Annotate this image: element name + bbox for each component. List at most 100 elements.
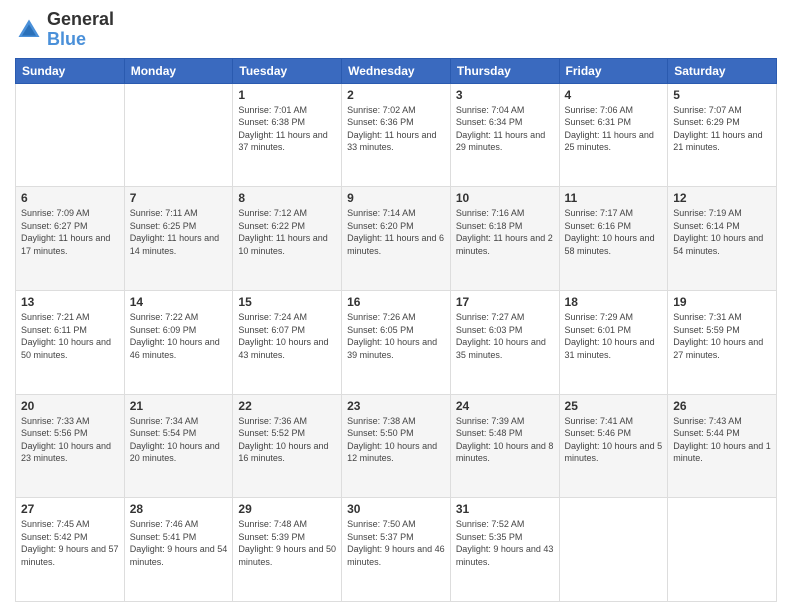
day-info: Sunrise: 7:12 AM Sunset: 6:22 PM Dayligh… [238,207,336,257]
day-info: Sunrise: 7:29 AM Sunset: 6:01 PM Dayligh… [565,311,663,361]
logo: General Blue [15,10,114,50]
calendar-cell [668,498,777,602]
day-number: 7 [130,191,228,205]
calendar-cell: 30Sunrise: 7:50 AM Sunset: 5:37 PM Dayli… [342,498,451,602]
week-row-3: 13 Sunrise: 7:21 AM Sunset: 6:11 PM Dayli… [16,290,777,394]
day-number: 17 [456,295,554,309]
day-number: 25 [565,399,663,413]
calendar-cell: 26Sunrise: 7:43 AM Sunset: 5:44 PM Dayli… [668,394,777,498]
day-info: Sunrise: 7:39 AM Sunset: 5:48 PM Dayligh… [456,415,554,465]
day-number: 3 [456,88,554,102]
day-number: 13 [21,295,119,309]
day-info: Sunrise: 7:52 AM Sunset: 5:35 PM Dayligh… [456,518,554,568]
logo-text: General Blue [47,10,114,50]
day-number: 9 [347,191,445,205]
day-number: 2 [347,88,445,102]
calendar-table: SundayMondayTuesdayWednesdayThursdayFrid… [15,58,777,602]
calendar-cell: 11 Sunrise: 7:17 AM Sunset: 6:16 PM Dayli… [559,187,668,291]
calendar-cell: 1Sunrise: 7:01 AM Sunset: 6:38 PM Daylig… [233,83,342,187]
day-number: 27 [21,502,119,516]
calendar-cell [559,498,668,602]
calendar-cell: 20 Sunrise: 7:33 AM Sunset: 5:56 PM Dayli… [16,394,125,498]
calendar-cell [16,83,125,187]
logo-blue: Blue [47,29,86,49]
calendar-cell: 29 Sunrise: 7:48 AM Sunset: 5:39 PM Dayli… [233,498,342,602]
day-info: Sunrise: 7:36 AM Sunset: 5:52 PM Dayligh… [238,415,336,465]
day-info: Sunrise: 7:02 AM Sunset: 6:36 PM Dayligh… [347,104,445,154]
day-number: 20 [21,399,119,413]
calendar-cell: 4 Sunrise: 7:06 AM Sunset: 6:31 PM Daylig… [559,83,668,187]
weekday-header-tuesday: Tuesday [233,58,342,83]
day-number: 30 [347,502,445,516]
day-info: Sunrise: 7:04 AM Sunset: 6:34 PM Dayligh… [456,104,554,154]
day-number: 14 [130,295,228,309]
day-number: 31 [456,502,554,516]
day-number: 22 [238,399,336,413]
page: General Blue SundayMondayTuesdayWednesda… [0,0,792,612]
calendar-cell: 10 Sunrise: 7:16 AM Sunset: 6:18 PM Dayli… [450,187,559,291]
day-info: Sunrise: 7:41 AM Sunset: 5:46 PM Dayligh… [565,415,663,465]
day-info: Sunrise: 7:45 AM Sunset: 5:42 PM Dayligh… [21,518,119,568]
calendar-cell: 6 Sunrise: 7:09 AM Sunset: 6:27 PM Daylig… [16,187,125,291]
day-info: Sunrise: 7:31 AM Sunset: 5:59 PM Dayligh… [673,311,771,361]
day-info: Sunrise: 7:33 AM Sunset: 5:56 PM Dayligh… [21,415,119,465]
day-info: Sunrise: 7:11 AM Sunset: 6:25 PM Dayligh… [130,207,228,257]
calendar-cell: 27 Sunrise: 7:45 AM Sunset: 5:42 PM Dayli… [16,498,125,602]
calendar-cell: 7 Sunrise: 7:11 AM Sunset: 6:25 PM Daylig… [124,187,233,291]
calendar-cell: 19Sunrise: 7:31 AM Sunset: 5:59 PM Dayli… [668,290,777,394]
day-number: 12 [673,191,771,205]
calendar-cell: 21 Sunrise: 7:34 AM Sunset: 5:54 PM Dayli… [124,394,233,498]
day-info: Sunrise: 7:43 AM Sunset: 5:44 PM Dayligh… [673,415,771,465]
day-number: 29 [238,502,336,516]
day-number: 23 [347,399,445,413]
day-info: Sunrise: 7:19 AM Sunset: 6:14 PM Dayligh… [673,207,771,257]
day-info: Sunrise: 7:06 AM Sunset: 6:31 PM Dayligh… [565,104,663,154]
weekday-header-thursday: Thursday [450,58,559,83]
day-number: 8 [238,191,336,205]
day-number: 6 [21,191,119,205]
day-number: 24 [456,399,554,413]
day-number: 1 [238,88,336,102]
calendar-cell: 24 Sunrise: 7:39 AM Sunset: 5:48 PM Dayli… [450,394,559,498]
day-number: 21 [130,399,228,413]
weekday-header-friday: Friday [559,58,668,83]
day-info: Sunrise: 7:21 AM Sunset: 6:11 PM Dayligh… [21,311,119,361]
weekday-header-row: SundayMondayTuesdayWednesdayThursdayFrid… [16,58,777,83]
week-row-2: 6 Sunrise: 7:09 AM Sunset: 6:27 PM Daylig… [16,187,777,291]
day-info: Sunrise: 7:34 AM Sunset: 5:54 PM Dayligh… [130,415,228,465]
weekday-header-sunday: Sunday [16,58,125,83]
day-info: Sunrise: 7:24 AM Sunset: 6:07 PM Dayligh… [238,311,336,361]
day-number: 18 [565,295,663,309]
calendar-cell: 12 Sunrise: 7:19 AM Sunset: 6:14 PM Dayli… [668,187,777,291]
calendar-cell: 2 Sunrise: 7:02 AM Sunset: 6:36 PM Daylig… [342,83,451,187]
day-number: 16 [347,295,445,309]
calendar-cell: 28Sunrise: 7:46 AM Sunset: 5:41 PM Dayli… [124,498,233,602]
calendar-cell: 14Sunrise: 7:22 AM Sunset: 6:09 PM Dayli… [124,290,233,394]
day-number: 4 [565,88,663,102]
calendar-cell: 22 Sunrise: 7:36 AM Sunset: 5:52 PM Dayli… [233,394,342,498]
calendar-cell: 18 Sunrise: 7:29 AM Sunset: 6:01 PM Dayli… [559,290,668,394]
weekday-header-wednesday: Wednesday [342,58,451,83]
calendar-cell: 17 Sunrise: 7:27 AM Sunset: 6:03 PM Dayli… [450,290,559,394]
calendar-cell: 23 Sunrise: 7:38 AM Sunset: 5:50 PM Dayli… [342,394,451,498]
day-number: 28 [130,502,228,516]
day-number: 11 [565,191,663,205]
week-row-1: 1Sunrise: 7:01 AM Sunset: 6:38 PM Daylig… [16,83,777,187]
calendar-cell: 25 Sunrise: 7:41 AM Sunset: 5:46 PM Dayli… [559,394,668,498]
day-info: Sunrise: 7:48 AM Sunset: 5:39 PM Dayligh… [238,518,336,568]
logo-icon [15,16,43,44]
calendar-cell: 3 Sunrise: 7:04 AM Sunset: 6:34 PM Daylig… [450,83,559,187]
week-row-4: 20 Sunrise: 7:33 AM Sunset: 5:56 PM Dayli… [16,394,777,498]
day-number: 15 [238,295,336,309]
calendar-cell: 8 Sunrise: 7:12 AM Sunset: 6:22 PM Daylig… [233,187,342,291]
day-info: Sunrise: 7:17 AM Sunset: 6:16 PM Dayligh… [565,207,663,257]
day-info: Sunrise: 7:16 AM Sunset: 6:18 PM Dayligh… [456,207,554,257]
day-info: Sunrise: 7:09 AM Sunset: 6:27 PM Dayligh… [21,207,119,257]
day-info: Sunrise: 7:38 AM Sunset: 5:50 PM Dayligh… [347,415,445,465]
day-number: 10 [456,191,554,205]
calendar-cell: 13 Sunrise: 7:21 AM Sunset: 6:11 PM Dayli… [16,290,125,394]
week-row-5: 27 Sunrise: 7:45 AM Sunset: 5:42 PM Dayli… [16,498,777,602]
day-number: 5 [673,88,771,102]
weekday-header-saturday: Saturday [668,58,777,83]
day-info: Sunrise: 7:27 AM Sunset: 6:03 PM Dayligh… [456,311,554,361]
